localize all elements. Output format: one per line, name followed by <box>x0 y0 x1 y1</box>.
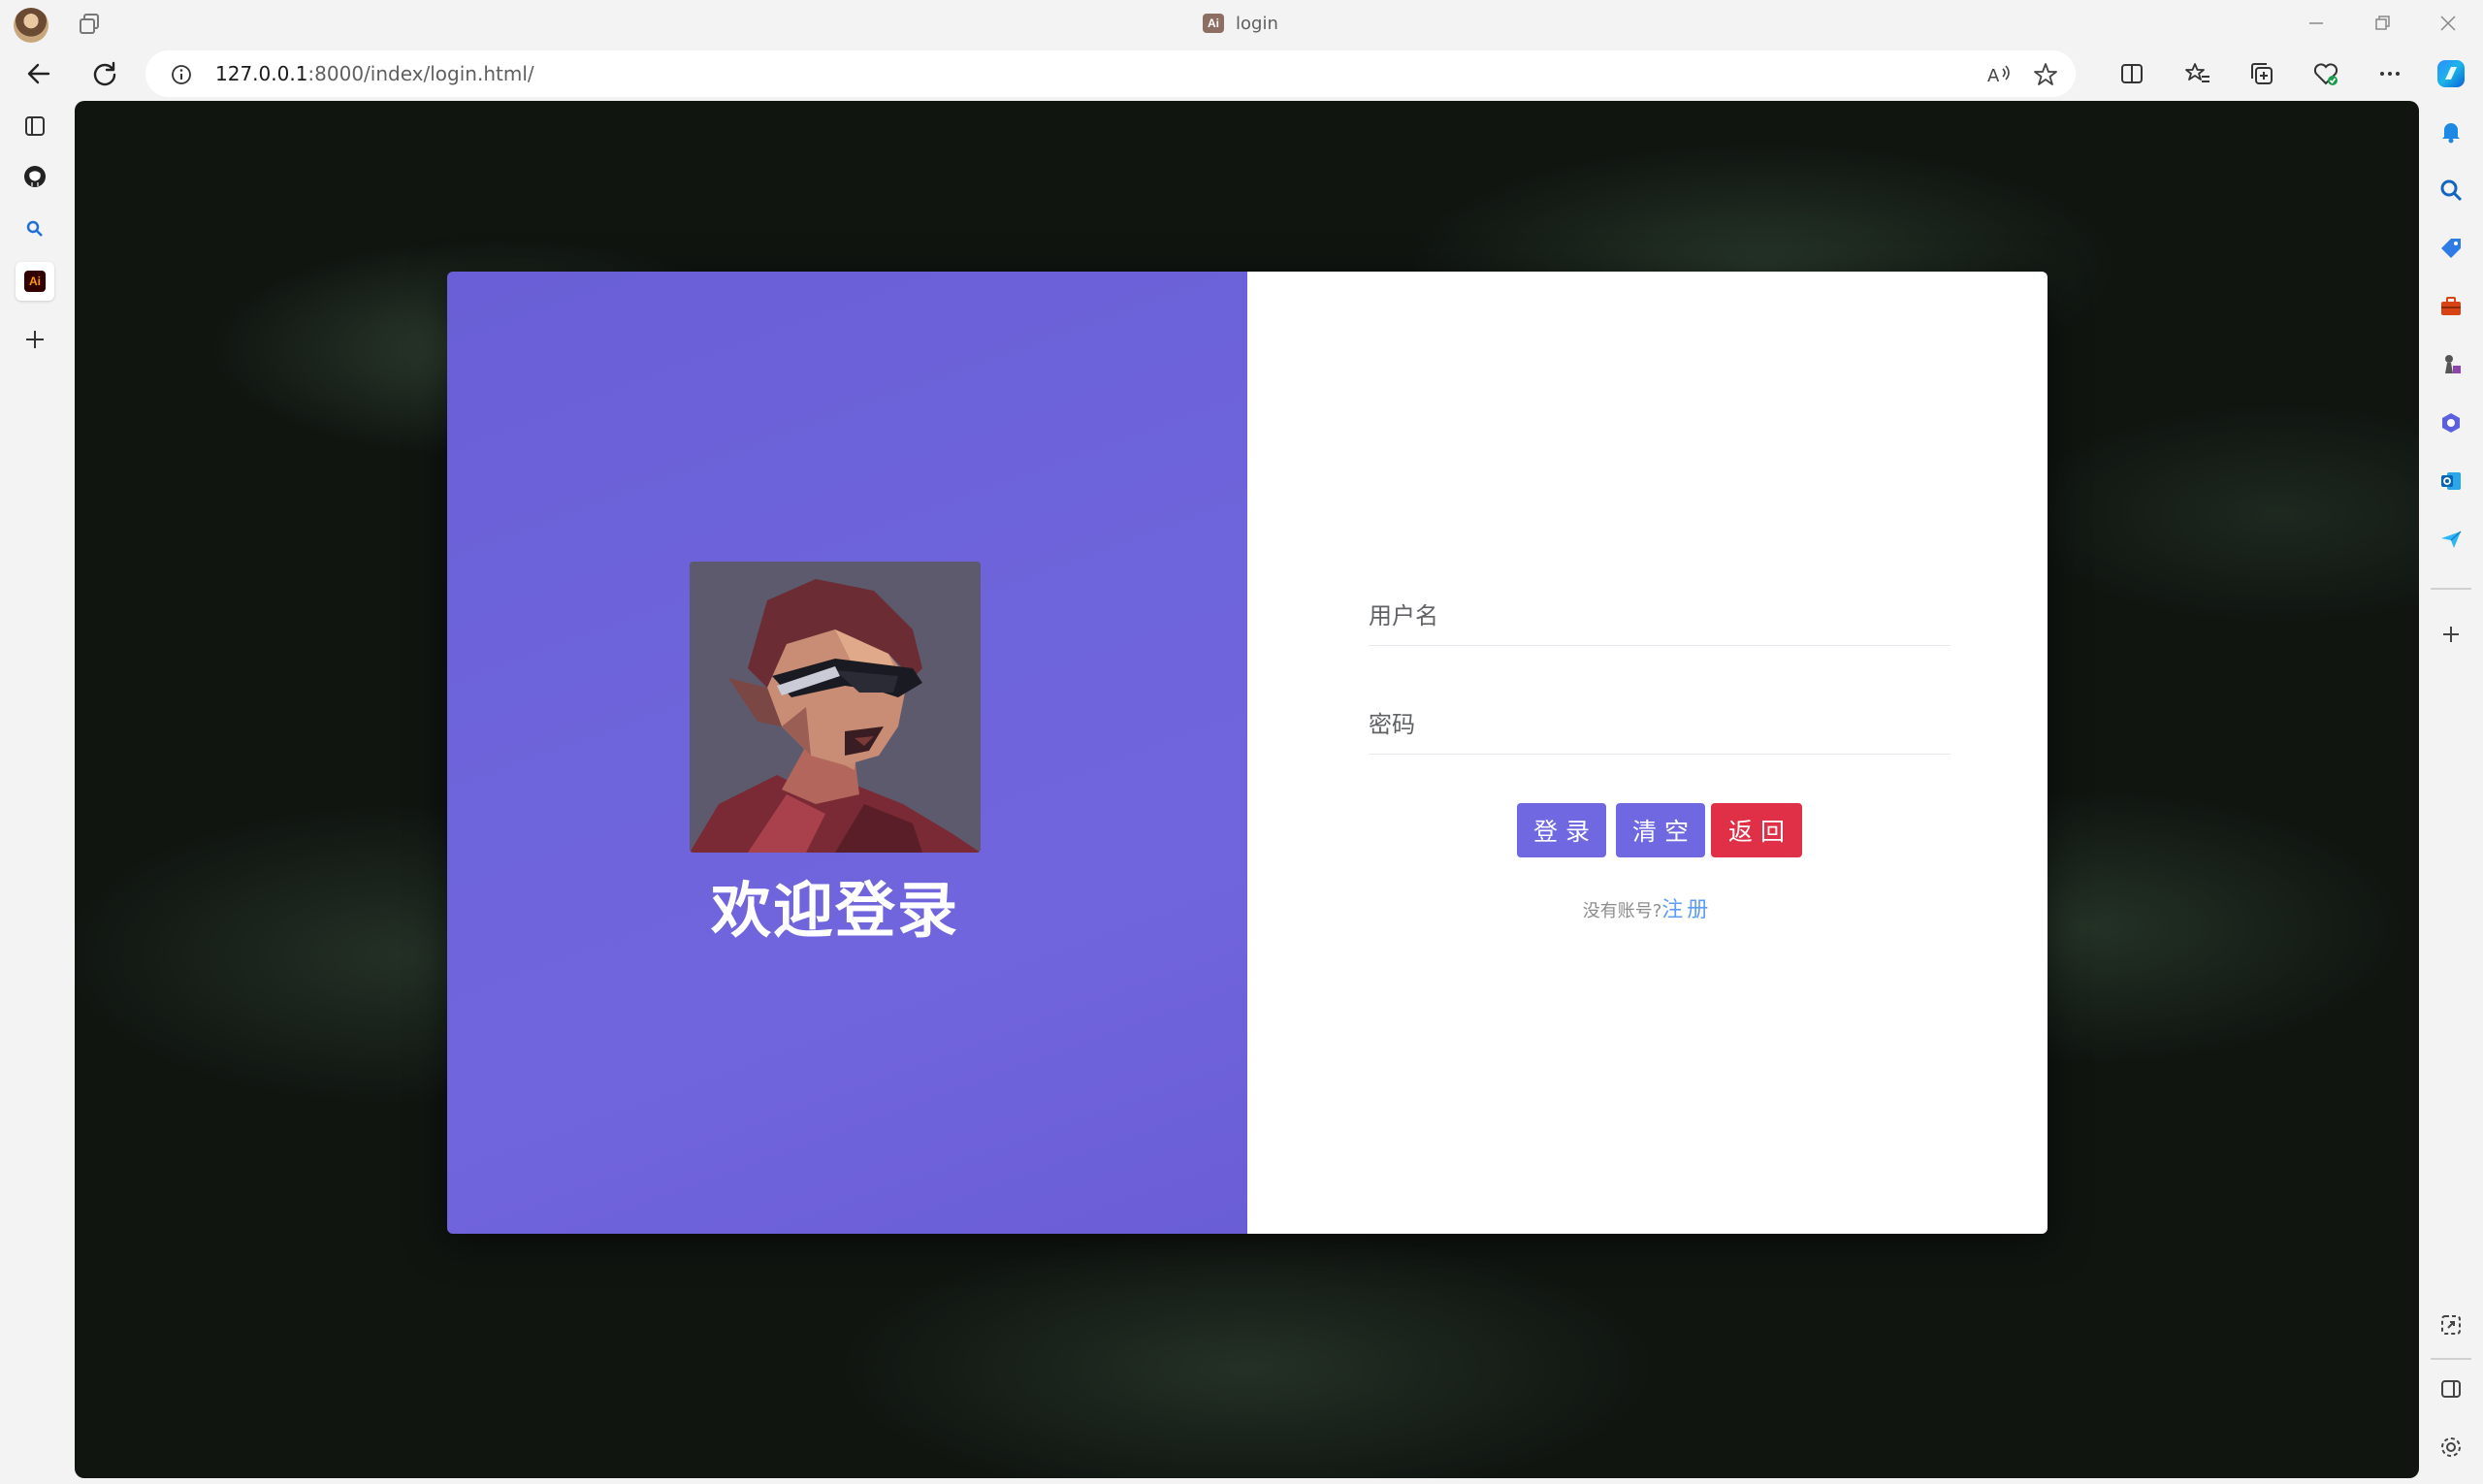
sidebar-divider <box>2431 1358 2471 1360</box>
tab-title: login <box>1236 13 1278 34</box>
refresh-icon[interactable] <box>85 54 124 93</box>
plus-icon[interactable] <box>16 320 54 359</box>
clear-button[interactable]: 清空 <box>1616 803 1705 857</box>
minimize-button[interactable] <box>2287 6 2345 41</box>
page-viewport: 欢迎登录 登录 清空 返回 没有账号?注册 <box>75 101 2419 1478</box>
favorites-icon[interactable] <box>2178 54 2217 93</box>
sidebar-divider <box>2431 588 2471 590</box>
welcome-panel: 欢迎登录 <box>447 272 1247 1234</box>
back-button[interactable]: 返回 <box>1711 803 1802 857</box>
login-card: 欢迎登录 登录 清空 返回 没有账号?注册 <box>447 272 2048 1234</box>
url-path: :8000/index/login.html/ <box>307 62 534 85</box>
tab-actions-icon[interactable] <box>76 11 105 38</box>
register-prompt-line: 没有账号?注册 <box>1247 892 2048 923</box>
login-form-panel: 登录 清空 返回 没有账号?注册 <box>1247 272 2048 1234</box>
vertical-tabs-icon[interactable] <box>16 107 54 145</box>
sidebar-toggle-icon[interactable] <box>2432 1370 2470 1408</box>
more-menu-icon[interactable] <box>2370 54 2409 93</box>
send-icon[interactable] <box>2432 520 2470 559</box>
tab-favicon: Ai <box>1203 14 1224 33</box>
register-prompt: 没有账号? <box>1582 901 1662 921</box>
close-button[interactable] <box>2419 6 2477 41</box>
collections-icon[interactable] <box>2242 54 2281 93</box>
profile-avatar[interactable] <box>14 8 48 43</box>
briefcase-icon[interactable] <box>2432 287 2470 326</box>
svg-text:A: A <box>1987 66 2000 86</box>
password-field[interactable] <box>1369 694 1951 755</box>
read-aloud-icon[interactable]: A <box>1984 60 2014 89</box>
m365-icon[interactable] <box>2432 403 2470 442</box>
portrait-image <box>690 562 981 853</box>
ai-app-badge: Ai <box>24 271 46 292</box>
outlook-icon[interactable] <box>2432 462 2470 500</box>
right-sidebar <box>2419 47 2483 1484</box>
login-button[interactable]: 登录 <box>1517 803 1606 857</box>
browser-toolbar: 127.0.0.1:8000/index/login.html/ A <box>0 47 2483 101</box>
plus-icon[interactable] <box>2432 615 2470 654</box>
settings-icon[interactable] <box>2432 1428 2470 1467</box>
username-field[interactable] <box>1369 586 1951 646</box>
split-screen-icon[interactable] <box>2112 54 2151 93</box>
copilot-icon[interactable] <box>2432 54 2470 93</box>
ai-app-icon[interactable]: Ai <box>16 262 54 301</box>
browser-essentials-icon[interactable] <box>2306 54 2345 93</box>
left-sidebar: Ai <box>0 101 70 1484</box>
url-text[interactable]: 127.0.0.1:8000/index/login.html/ <box>215 62 534 85</box>
screenshot-icon[interactable] <box>2432 1306 2470 1344</box>
site-info-icon[interactable] <box>171 64 192 85</box>
restore-button[interactable] <box>2353 6 2411 41</box>
search-icon[interactable] <box>2432 171 2470 210</box>
github-icon[interactable] <box>16 157 54 196</box>
url-host: 127.0.0.1 <box>215 62 308 85</box>
active-tab[interactable]: Ai login <box>1203 10 1278 37</box>
back-arrow-icon[interactable] <box>19 54 58 93</box>
welcome-title: 欢迎登录 <box>710 875 959 946</box>
bell-icon[interactable] <box>2432 113 2470 151</box>
search-icon[interactable] <box>16 210 54 248</box>
chess-icon[interactable] <box>2432 345 2470 384</box>
tag-icon[interactable] <box>2432 229 2470 268</box>
title-bar: Ai login <box>0 0 2483 47</box>
address-bar[interactable]: 127.0.0.1:8000/index/login.html/ A <box>145 50 2076 97</box>
window-bottom-edge <box>0 1478 2483 1484</box>
register-link[interactable]: 注册 <box>1661 898 1712 922</box>
favorite-star-icon[interactable] <box>2031 60 2060 89</box>
